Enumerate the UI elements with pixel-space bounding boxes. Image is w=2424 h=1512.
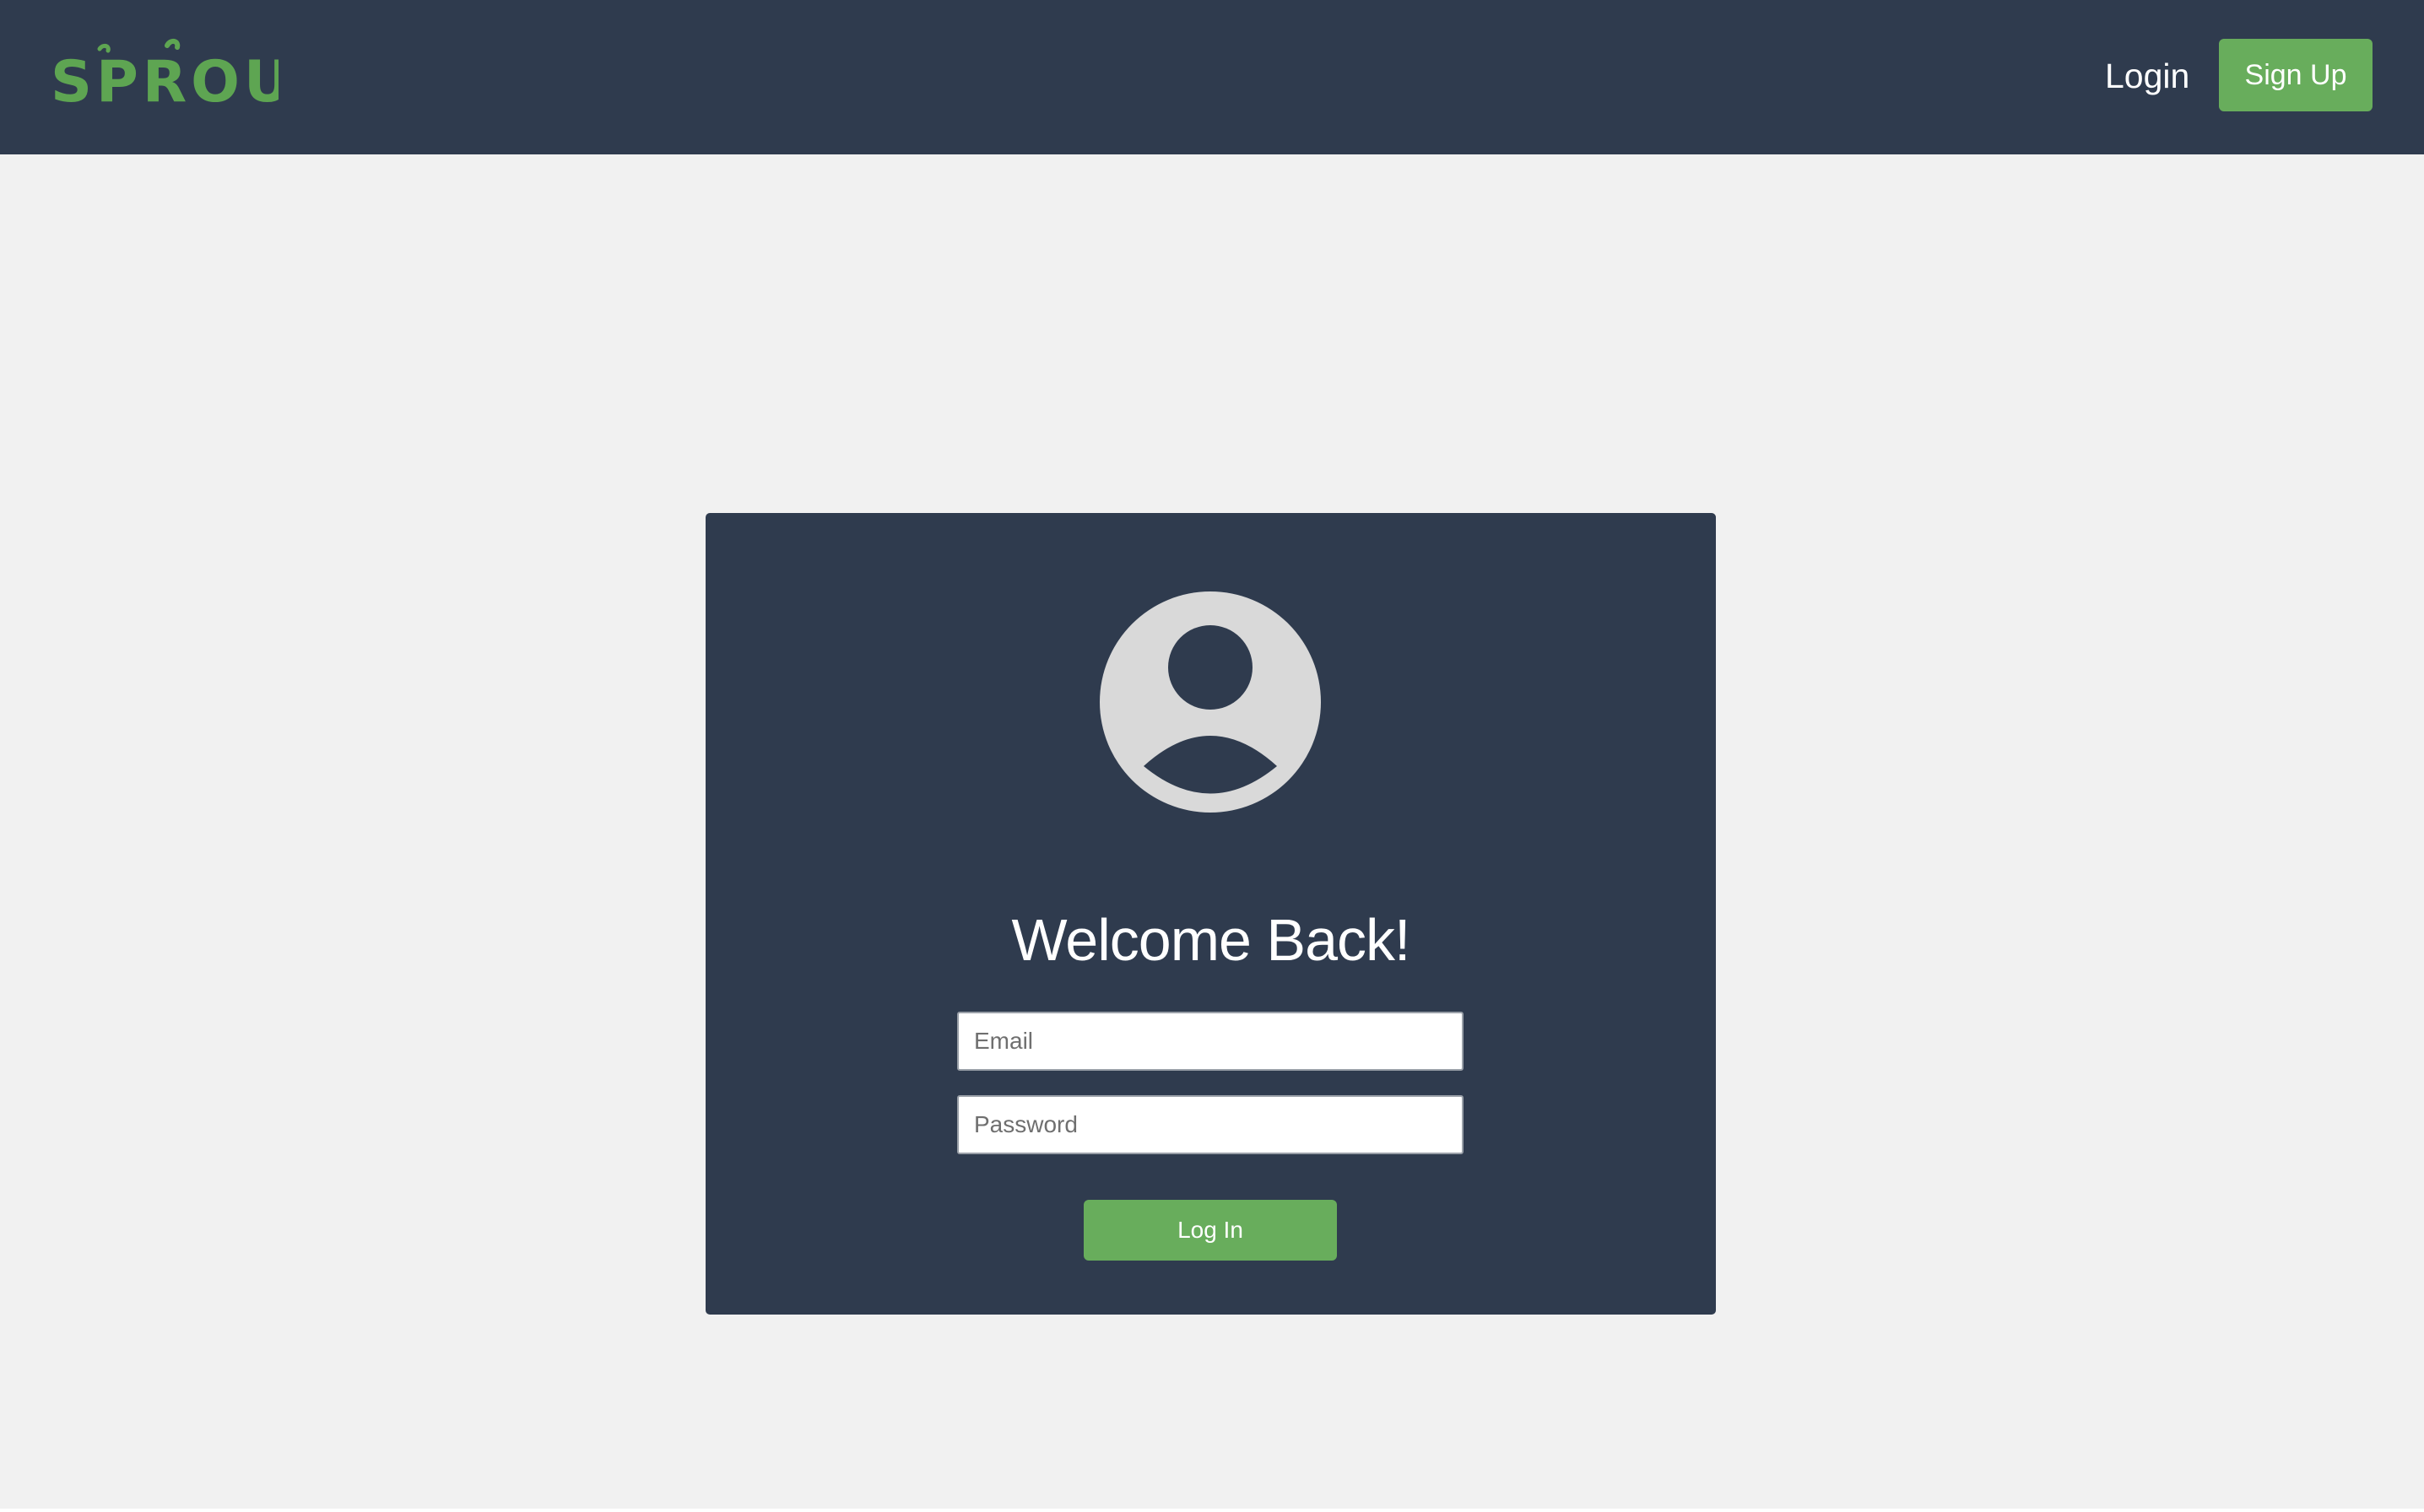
login-card: Welcome Back! Log In xyxy=(706,513,1716,1315)
password-field[interactable] xyxy=(957,1095,1464,1154)
nav-login-link[interactable]: Login xyxy=(2105,52,2189,100)
logo-text: SPROUT xyxy=(51,49,279,111)
sprout-logo: SPROUT xyxy=(51,39,279,111)
email-field[interactable] xyxy=(957,1012,1464,1071)
user-circle-icon xyxy=(1100,591,1321,813)
top-navbar: SPROUT Login Sign Up xyxy=(0,0,2424,154)
signup-button[interactable]: Sign Up xyxy=(2219,39,2373,111)
login-submit-button[interactable]: Log In xyxy=(1084,1200,1337,1261)
welcome-heading: Welcome Back! xyxy=(1011,907,1411,973)
bottom-edge xyxy=(0,1509,2424,1512)
